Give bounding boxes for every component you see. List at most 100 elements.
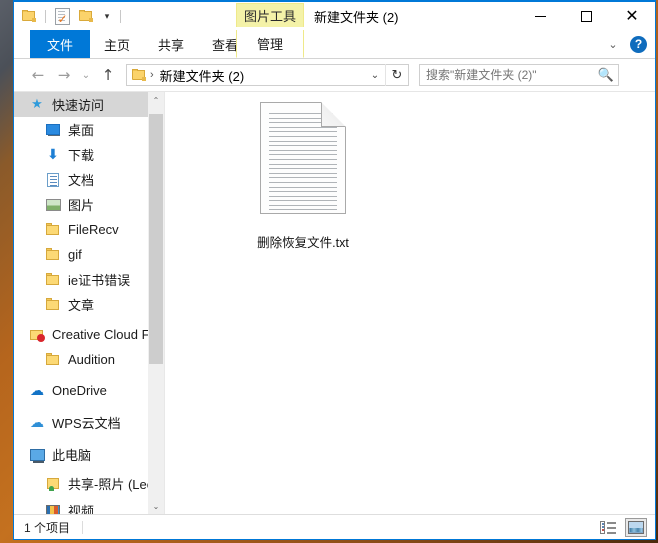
tab-home[interactable]: 主页 bbox=[90, 30, 144, 58]
details-view-icon bbox=[600, 521, 616, 534]
sidebar-item-quick-access[interactable]: ★ 快速访问 bbox=[14, 92, 164, 117]
sidebar-item-videos[interactable]: 视频 bbox=[14, 498, 164, 514]
tab-share[interactable]: 共享 bbox=[144, 30, 198, 58]
status-separator bbox=[82, 521, 83, 534]
scrollbar-thumb[interactable] bbox=[149, 114, 163, 364]
close-button[interactable]: ✕ bbox=[609, 2, 655, 30]
context-tab-group: 图片工具 bbox=[236, 3, 304, 27]
window-title: 新建文件夹 (2) bbox=[314, 2, 399, 30]
sidebar-item-label: 文档 bbox=[68, 170, 94, 189]
qat-properties-icon[interactable]: ✓ bbox=[52, 5, 72, 27]
file-name-label: 删除恢复文件.txt bbox=[257, 232, 349, 251]
sidebar-item-creative-cloud-files[interactable]: Creative Cloud Fil bbox=[14, 322, 164, 347]
sidebar-item-label: ie证书错误 bbox=[68, 270, 130, 289]
sidebar-item-audition[interactable]: Audition bbox=[14, 347, 164, 372]
shared-folder-icon bbox=[44, 476, 62, 492]
sidebar-item-this-pc[interactable]: 此电脑 bbox=[14, 442, 164, 467]
sidebar-item-pictures[interactable]: 图片 📌 bbox=[14, 192, 164, 217]
this-pc-icon bbox=[28, 447, 46, 463]
sidebar-item-desktop[interactable]: 桌面 📌 bbox=[14, 117, 164, 142]
desktop-icon bbox=[44, 122, 62, 138]
explorer-window: ✓ ▾ 图片工具 新建文件夹 (2) ✕ bbox=[13, 0, 656, 540]
context-tab-group-label: 图片工具 bbox=[236, 3, 304, 27]
onedrive-icon: ☁ bbox=[28, 383, 46, 399]
new-folder-icon bbox=[79, 10, 93, 22]
list-item[interactable]: 删除恢复文件.txt bbox=[239, 102, 367, 251]
view-mode-buttons bbox=[597, 515, 647, 539]
wps-cloud-icon: ☁ bbox=[28, 415, 46, 431]
navigation-pane-scrollbar[interactable]: ⌃ ⌄ bbox=[148, 92, 164, 514]
address-dropdown-icon[interactable]: ⌄ bbox=[365, 70, 385, 81]
search-icon[interactable]: 🔍 bbox=[594, 68, 618, 83]
search-box[interactable]: 🔍 bbox=[419, 64, 619, 86]
qat-new-folder-icon[interactable] bbox=[76, 5, 96, 27]
sidebar-item-label: 图片 bbox=[68, 195, 94, 214]
scroll-down-arrow-icon[interactable]: ⌄ bbox=[148, 498, 164, 514]
ribbon-right-controls: ⌄ ? bbox=[604, 30, 651, 58]
sidebar-item-onedrive[interactable]: ☁ OneDrive bbox=[14, 378, 164, 403]
sidebar-item-label: WPS云文档 bbox=[52, 413, 121, 432]
chevron-down-icon: ▾ bbox=[105, 12, 110, 21]
sidebar-item-label: FileRecv bbox=[68, 222, 119, 237]
properties-icon: ✓ bbox=[55, 8, 70, 25]
text-document-icon bbox=[260, 102, 346, 214]
navigation-pane: ★ 快速访问 桌面 📌 ⬇ 下载 📌 文档 📌 图片 📌 bbox=[14, 92, 165, 514]
qat-folder-icon[interactable] bbox=[19, 5, 39, 27]
expand-ribbon-button[interactable]: ⌄ bbox=[604, 38, 622, 51]
folder-icon bbox=[44, 352, 62, 368]
tab-manage[interactable]: 管理 bbox=[236, 30, 304, 58]
caption-buttons: ✕ bbox=[517, 2, 655, 30]
creative-cloud-files-icon bbox=[28, 327, 46, 343]
scroll-up-arrow-icon[interactable]: ⌃ bbox=[148, 92, 164, 108]
sidebar-item-label: Creative Cloud Fil bbox=[52, 327, 155, 342]
sidebar-item-downloads[interactable]: ⬇ 下载 📌 bbox=[14, 142, 164, 167]
tab-file[interactable]: 文件 bbox=[30, 30, 90, 58]
details-view-button[interactable] bbox=[597, 518, 619, 537]
sidebar-item-documents[interactable]: 文档 📌 bbox=[14, 167, 164, 192]
sidebar-item-label: 此电脑 bbox=[52, 445, 91, 464]
sidebar-item-label: 桌面 bbox=[68, 120, 94, 139]
up-button[interactable]: ↑ bbox=[96, 63, 120, 87]
qat-separator-2 bbox=[120, 10, 121, 23]
sidebar-item-label: 视频 bbox=[68, 501, 94, 514]
breadcrumb-path[interactable]: 新建文件夹 (2) bbox=[160, 66, 365, 85]
address-folder-icon bbox=[132, 69, 146, 81]
folder-icon bbox=[44, 247, 62, 263]
address-bar[interactable]: › 新建文件夹 (2) ⌄ ↻ bbox=[126, 64, 409, 86]
quick-access-toolbar: ✓ ▾ bbox=[14, 2, 123, 30]
minimize-button[interactable] bbox=[517, 2, 563, 30]
qat-separator-1 bbox=[45, 10, 46, 23]
sidebar-item-ie-cert-error[interactable]: ie证书错误 bbox=[14, 267, 164, 292]
sidebar-item-wps-cloud[interactable]: ☁ WPS云文档 bbox=[14, 410, 164, 435]
pictures-icon bbox=[44, 197, 62, 213]
star-pin-icon: ★ bbox=[28, 97, 46, 113]
sidebar-item-filerecv[interactable]: FileRecv bbox=[14, 217, 164, 242]
sidebar-item-label: 下载 bbox=[68, 145, 94, 164]
large-icons-view-icon bbox=[628, 521, 644, 534]
maximize-button[interactable] bbox=[563, 2, 609, 30]
breadcrumb-separator: › bbox=[150, 69, 154, 81]
help-button[interactable]: ? bbox=[630, 36, 647, 53]
close-icon: ✕ bbox=[625, 8, 638, 24]
sidebar-item-label: gif bbox=[68, 247, 82, 262]
window-body: ★ 快速访问 桌面 📌 ⬇ 下载 📌 文档 📌 图片 📌 bbox=[14, 91, 655, 514]
sidebar-item-gif[interactable]: gif bbox=[14, 242, 164, 267]
forward-button[interactable]: → bbox=[52, 63, 76, 87]
folder-icon bbox=[44, 222, 62, 238]
sidebar-item-articles[interactable]: 文章 bbox=[14, 292, 164, 317]
ribbon-tab-bar: 文件 主页 共享 查看 管理 ⌄ ? bbox=[14, 30, 655, 59]
download-icon: ⬇ bbox=[44, 147, 62, 163]
sidebar-item-shared-photos[interactable]: 共享-照片 (Lee77 bbox=[14, 471, 164, 496]
file-list-pane[interactable]: 删除恢复文件.txt bbox=[165, 92, 655, 514]
qat-customize-button[interactable]: ▾ bbox=[100, 5, 114, 27]
search-input[interactable] bbox=[420, 67, 594, 83]
title-bar: ✓ ▾ 图片工具 新建文件夹 (2) ✕ bbox=[14, 2, 655, 30]
minimize-icon bbox=[535, 16, 546, 17]
large-icons-view-button[interactable] bbox=[625, 518, 647, 537]
recent-locations-button[interactable]: ⌄ bbox=[78, 63, 94, 87]
refresh-button[interactable]: ↻ bbox=[385, 64, 408, 86]
folder-icon bbox=[44, 272, 62, 288]
status-bar: 1 个项目 bbox=[14, 514, 655, 539]
scrollbar-track[interactable] bbox=[148, 108, 164, 498]
back-button[interactable]: ← bbox=[26, 63, 50, 87]
